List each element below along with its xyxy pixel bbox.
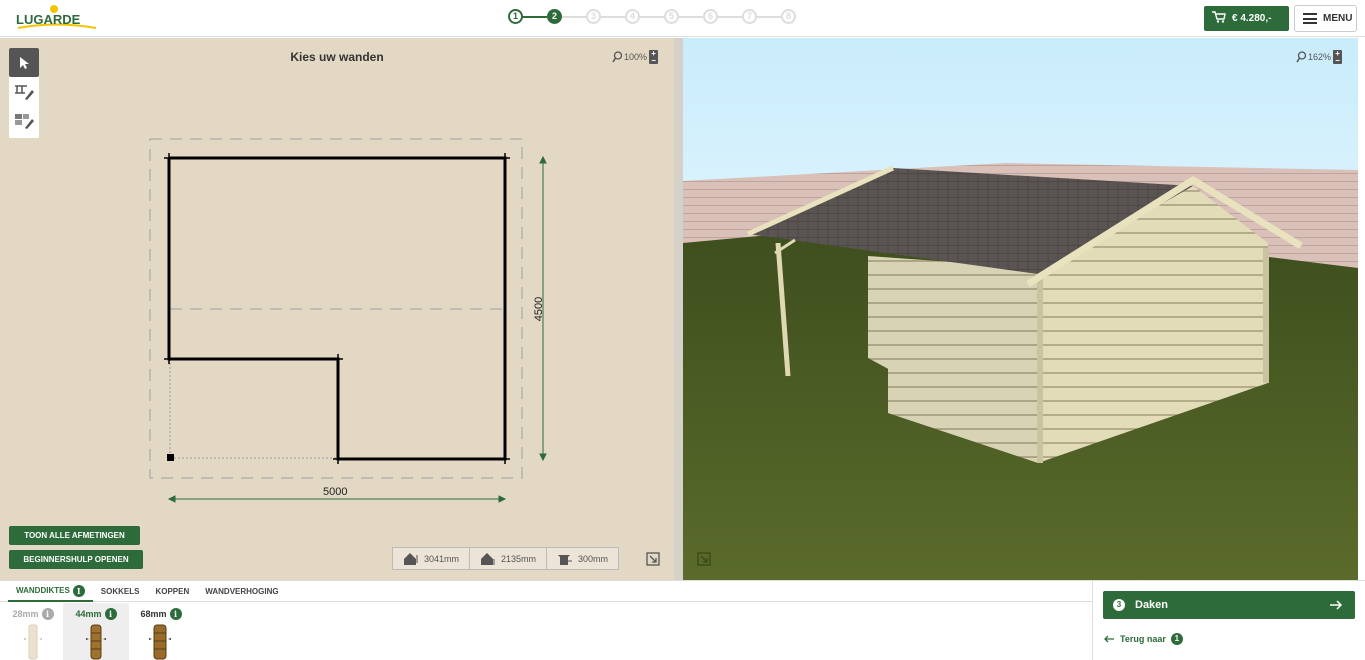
info-icon[interactable]: i bbox=[41, 608, 54, 620]
wall-height-value: 3041mm bbox=[424, 553, 460, 564]
info-icon[interactable]: i bbox=[104, 608, 117, 620]
panel-title: Kies uw wanden bbox=[290, 50, 384, 64]
log-44mm-icon bbox=[86, 624, 106, 660]
fullscreen-icon[interactable] bbox=[646, 552, 660, 566]
next-step-button[interactable]: 3 Daken bbox=[1103, 591, 1355, 619]
house-height-icon bbox=[404, 552, 418, 565]
menu-label: MENU bbox=[1323, 13, 1353, 24]
hamburger-icon bbox=[1303, 13, 1317, 24]
floorplan-panel: Kies uw wanden 100% + − 5000 4500 TOON AL… bbox=[0, 38, 674, 580]
step-line bbox=[600, 16, 625, 18]
block-edit-tool[interactable] bbox=[9, 106, 39, 135]
arrow-left-icon bbox=[1104, 635, 1114, 643]
options-bar: WANDDIKTES i SOKKELS KOPPEN WANDVERHOGIN… bbox=[0, 580, 1365, 660]
info-icon[interactable]: i bbox=[72, 584, 85, 597]
step-1[interactable]: 1 bbox=[508, 9, 523, 24]
overhang-icon bbox=[558, 554, 573, 565]
zoom-3d-plus-minus[interactable]: + − bbox=[1333, 50, 1343, 65]
tab-koppen[interactable]: KOPPEN bbox=[147, 581, 197, 602]
menu-button[interactable]: MENU bbox=[1294, 5, 1357, 32]
dimension-depth[interactable]: 4500 bbox=[533, 294, 545, 324]
wall-pencil-icon bbox=[15, 84, 34, 100]
zoom-3d: 162% + − bbox=[1296, 50, 1343, 65]
thickness-option-68[interactable]: 68mm i bbox=[128, 603, 194, 660]
measurements-bar: 3041mm 2135mm 300mm bbox=[392, 547, 620, 570]
step-line bbox=[522, 16, 547, 18]
thickness-label: 68mm bbox=[140, 609, 167, 619]
tab-wanddiktes-label: WANDDIKTES bbox=[16, 586, 70, 595]
back-label: Terug naar bbox=[1120, 634, 1166, 644]
info-icon[interactable]: i bbox=[169, 608, 182, 620]
step-5: 5 bbox=[664, 9, 679, 24]
next-step-number: 3 bbox=[1113, 599, 1125, 611]
floorplan-canvas[interactable] bbox=[0, 38, 674, 580]
thickness-label: 44mm bbox=[75, 609, 102, 619]
step-2[interactable]: 2 bbox=[547, 9, 562, 24]
step-7: 7 bbox=[742, 9, 757, 24]
cart-price: € 4.280,- bbox=[1232, 13, 1272, 24]
zoom-2d: 100% + − bbox=[612, 50, 659, 65]
wall-edit-tool[interactable] bbox=[9, 77, 39, 106]
thickness-option-28[interactable]: 28mm i bbox=[0, 603, 66, 660]
cart-button[interactable]: € 4.280,- bbox=[1204, 6, 1289, 31]
zoom-2d-value: 100% bbox=[624, 52, 648, 62]
cart-icon bbox=[1212, 11, 1226, 26]
logo-text: LUGARDE bbox=[16, 12, 81, 27]
step-4: 4 bbox=[625, 9, 640, 24]
navigation-area: 3 Daken Terug naar 1 bbox=[1092, 581, 1365, 660]
step-line bbox=[561, 16, 586, 18]
beginner-help-button[interactable]: BEGINNERSHULP OPENEN bbox=[9, 550, 143, 569]
step-line bbox=[639, 16, 664, 18]
step-8: 8 bbox=[781, 9, 796, 24]
preview-3d-panel[interactable]: 162% + − bbox=[683, 38, 1358, 580]
tab-wanddiktes[interactable]: WANDDIKTES i bbox=[8, 581, 93, 602]
side-height-value: 2135mm bbox=[501, 553, 537, 564]
panel-divider[interactable] bbox=[674, 38, 683, 580]
wall-height-measure[interactable]: 3041mm bbox=[393, 548, 471, 569]
step-line bbox=[756, 16, 781, 18]
side-height-measure[interactable]: 2135mm bbox=[470, 548, 548, 569]
lugarde-logo[interactable]: LUGARDE bbox=[14, 4, 98, 32]
back-link[interactable]: Terug naar 1 bbox=[1103, 633, 1183, 645]
show-all-dimensions-button[interactable]: TOON ALLE AFMETINGEN bbox=[9, 526, 140, 545]
log-68mm-icon bbox=[149, 624, 171, 660]
block-pencil-icon bbox=[15, 113, 34, 129]
back-step-badge: 1 bbox=[1170, 633, 1183, 645]
options-tabs: WANDDIKTES i SOKKELS KOPPEN WANDVERHOGIN… bbox=[0, 581, 1092, 602]
preview-3d-canvas[interactable] bbox=[683, 38, 1358, 580]
next-step-label: Daken bbox=[1135, 599, 1169, 611]
thickness-option-44[interactable]: 44mm i bbox=[63, 603, 129, 660]
overhang-value: 300mm bbox=[578, 553, 609, 564]
step-6: 6 bbox=[703, 9, 718, 24]
step-line bbox=[717, 16, 742, 18]
zoom-3d-value: 162% bbox=[1308, 52, 1332, 62]
overhang-measure[interactable]: 300mm bbox=[547, 548, 618, 569]
corner-handle[interactable] bbox=[167, 454, 174, 461]
tab-wandverhoging[interactable]: WANDVERHOGING bbox=[197, 581, 286, 602]
dimension-width[interactable]: 5000 bbox=[323, 486, 347, 498]
arrow-right-icon bbox=[1330, 600, 1343, 610]
house-side-height-icon bbox=[481, 552, 495, 565]
fullscreen-3d-icon[interactable] bbox=[697, 552, 711, 566]
step-3: 3 bbox=[586, 9, 601, 24]
magnifier-icon bbox=[612, 51, 622, 63]
magnifier-icon bbox=[1296, 51, 1306, 63]
zoom-2d-plus-minus[interactable]: + − bbox=[649, 50, 659, 65]
header: LUGARDE 1 2 3 4 5 6 7 8 € 4.280,- MENU bbox=[0, 0, 1365, 37]
log-28mm-icon bbox=[24, 624, 42, 660]
tab-sokkels[interactable]: SOKKELS bbox=[93, 581, 148, 602]
step-line bbox=[678, 16, 703, 18]
thickness-label: 28mm bbox=[12, 609, 39, 619]
